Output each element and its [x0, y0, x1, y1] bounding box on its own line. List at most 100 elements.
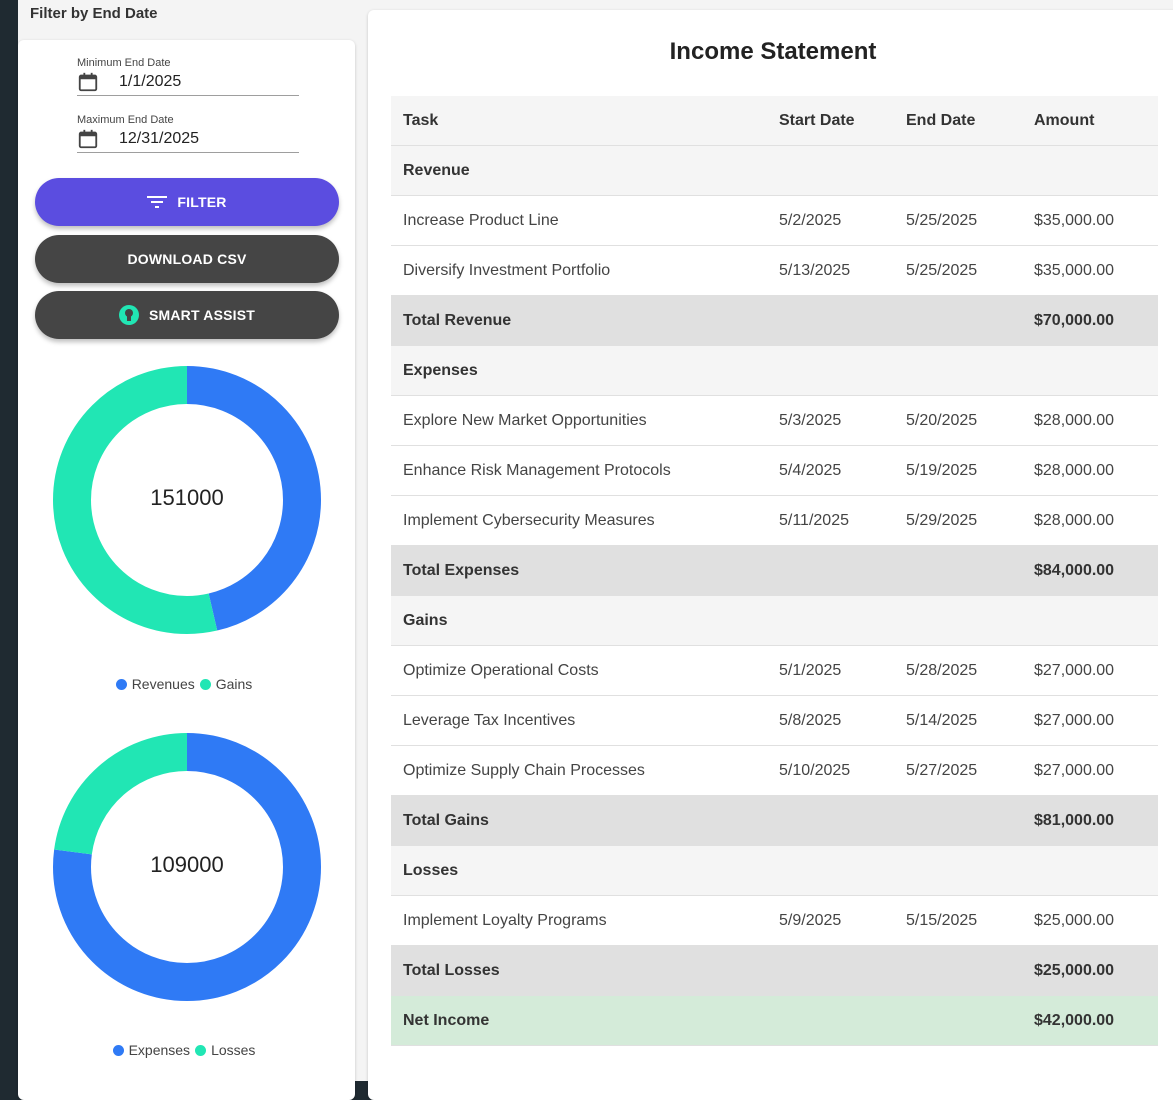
end-date-cell — [894, 295, 1022, 346]
start-date-cell — [767, 795, 894, 846]
amount-cell — [1022, 845, 1158, 896]
amount-cell: $42,000.00 — [1022, 995, 1158, 1046]
table-row-item: Implement Cybersecurity Measures 5/11/202… — [391, 495, 1158, 546]
table-header-row: Task Start Date End Date Amount — [391, 96, 1158, 146]
table-row-item: Enhance Risk Management Protocols 5/4/202… — [391, 445, 1158, 496]
end-date-cell: 5/25/2025 — [894, 245, 1022, 296]
start-date-cell: 5/13/2025 — [767, 245, 894, 296]
min-end-date-value[interactable]: 1/1/2025 — [119, 73, 181, 91]
amount-cell: $28,000.00 — [1022, 445, 1158, 496]
end-date-cell: 5/27/2025 — [894, 745, 1022, 796]
app-canvas: Filter by End Date Minimum End Date 1/1/… — [18, 0, 1173, 1100]
task-cell: Net Income — [391, 995, 767, 1046]
amount-cell — [1022, 595, 1158, 646]
legend-gains[interactable]: Gains — [199, 676, 252, 692]
task-cell: Optimize Operational Costs — [391, 645, 767, 696]
header-amount: Amount — [1022, 96, 1158, 146]
end-date-cell — [894, 845, 1022, 896]
start-date-cell — [767, 145, 894, 196]
filter-button-label: FILTER — [177, 194, 227, 210]
legend-losses-label: Losses — [211, 1042, 256, 1058]
legend-expenses-label: Expenses — [128, 1042, 191, 1058]
table-row-item: Optimize Supply Chain Processes 5/10/2025… — [391, 745, 1158, 796]
task-cell: Expenses — [391, 345, 767, 396]
donut2-legend: Expenses Losses — [18, 1042, 355, 1058]
max-end-date-label: Maximum End Date — [77, 114, 174, 126]
filter-button[interactable]: FILTER — [35, 178, 339, 226]
legend-losses[interactable]: Losses — [195, 1042, 255, 1058]
table-row-total: Total Revenue $70,000.00 — [391, 295, 1158, 346]
start-date-cell: 5/2/2025 — [767, 195, 894, 246]
end-date-cell — [894, 345, 1022, 396]
min-end-date-field[interactable]: Minimum End Date 1/1/2025 — [77, 57, 299, 96]
amount-cell: $27,000.00 — [1022, 695, 1158, 746]
start-date-cell — [767, 995, 894, 1046]
legend-revenues-label: Revenues — [131, 676, 195, 692]
calendar-icon[interactable] — [77, 71, 99, 93]
donut1-legend: Revenues Gains — [18, 676, 355, 692]
header-start-date: Start Date — [767, 96, 894, 146]
end-date-cell: 5/20/2025 — [894, 395, 1022, 446]
header-end-date: End Date — [894, 96, 1022, 146]
legend-dot — [115, 678, 127, 690]
table-row-section: Revenue — [391, 145, 1158, 196]
legend-dot — [199, 678, 211, 690]
start-date-cell — [767, 345, 894, 396]
income-statement-table: Task Start Date End Date Amount Revenue I… — [391, 96, 1158, 1046]
donut2-center-value: 109000 — [150, 852, 224, 877]
table-row-item: Explore New Market Opportunities 5/3/2025… — [391, 395, 1158, 446]
table-row-net: Net Income $42,000.00 — [391, 995, 1158, 1046]
max-end-date-value[interactable]: 12/31/2025 — [119, 130, 199, 148]
table-row-section: Losses — [391, 845, 1158, 896]
download-csv-button[interactable]: DOWNLOAD CSV — [35, 235, 339, 283]
table-row-item: Leverage Tax Incentives 5/8/2025 5/14/2025… — [391, 695, 1158, 746]
end-date-cell: 5/28/2025 — [894, 645, 1022, 696]
min-end-date-label: Minimum End Date — [77, 57, 171, 69]
table-row-section: Gains — [391, 595, 1158, 646]
start-date-cell: 5/4/2025 — [767, 445, 894, 496]
end-date-cell — [894, 995, 1022, 1046]
amount-cell: $81,000.00 — [1022, 795, 1158, 846]
amount-cell — [1022, 345, 1158, 396]
calendar-icon[interactable] — [77, 128, 99, 150]
amount-cell: $28,000.00 — [1022, 495, 1158, 546]
task-cell: Optimize Supply Chain Processes — [391, 745, 767, 796]
task-cell: Losses — [391, 845, 767, 896]
table-body: Revenue Increase Product Line 5/2/2025 5/25… — [391, 145, 1158, 1046]
table-row-total: Total Expenses $84,000.00 — [391, 545, 1158, 596]
task-cell: Explore New Market Opportunities — [391, 395, 767, 446]
task-cell: Total Losses — [391, 945, 767, 996]
legend-dot — [195, 1044, 207, 1056]
filter-lines-icon — [147, 195, 168, 209]
header-task: Task — [391, 96, 767, 146]
amount-cell: $25,000.00 — [1022, 895, 1158, 946]
table-row-item: Implement Loyalty Programs 5/9/2025 5/15/2… — [391, 895, 1158, 946]
end-date-cell — [894, 595, 1022, 646]
legend-expenses[interactable]: Expenses — [112, 1042, 191, 1058]
amount-cell: $27,000.00 — [1022, 745, 1158, 796]
amount-cell: $70,000.00 — [1022, 295, 1158, 346]
start-date-cell — [767, 545, 894, 596]
start-date-cell — [767, 595, 894, 646]
filter-heading: Filter by End Date — [30, 5, 158, 22]
legend-revenues[interactable]: Revenues — [115, 676, 195, 692]
table-row-section: Expenses — [391, 345, 1158, 396]
table-row-total: Total Losses $25,000.00 — [391, 945, 1158, 996]
end-date-cell — [894, 795, 1022, 846]
income-statement-card: Income Statement Task Start Date End Dat… — [368, 10, 1173, 1100]
task-cell: Total Revenue — [391, 295, 767, 346]
end-date-cell: 5/19/2025 — [894, 445, 1022, 496]
end-date-cell — [894, 145, 1022, 196]
table-row-item: Diversify Investment Portfolio 5/13/2025 5… — [391, 245, 1158, 296]
end-date-cell — [894, 545, 1022, 596]
smart-assist-button[interactable]: SMART ASSIST — [35, 291, 339, 339]
amount-cell: $35,000.00 — [1022, 245, 1158, 296]
amount-cell: $84,000.00 — [1022, 545, 1158, 596]
download-csv-label: DOWNLOAD CSV — [127, 251, 247, 267]
max-end-date-field[interactable]: Maximum End Date 12/31/2025 — [77, 114, 299, 153]
table-row-item: Increase Product Line 5/2/2025 5/25/2025 $3… — [391, 195, 1158, 246]
task-cell: Increase Product Line — [391, 195, 767, 246]
income-statement-title: Income Statement — [669, 38, 877, 65]
amount-cell: $25,000.00 — [1022, 945, 1158, 996]
task-cell: Implement Cybersecurity Measures — [391, 495, 767, 546]
